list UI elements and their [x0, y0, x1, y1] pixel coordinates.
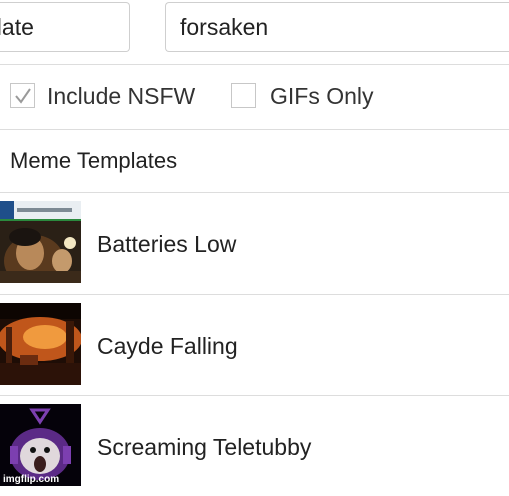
- include-nsfw-label[interactable]: Include NSFW: [47, 83, 195, 109]
- gifs-only-label[interactable]: GIFs Only: [270, 83, 374, 109]
- template-thumbnail: [0, 201, 81, 283]
- template-name[interactable]: Cayde Falling: [97, 332, 238, 360]
- template-name[interactable]: Screaming Teletubby: [97, 433, 311, 461]
- gifs-only-checkbox[interactable]: [231, 83, 256, 108]
- caption-search-input[interactable]: forsaken: [165, 2, 509, 52]
- divider: [0, 129, 509, 130]
- template-thumbnail: imgflip.com: [0, 404, 81, 486]
- filter-options: Include NSFW GIFs Only: [0, 66, 509, 128]
- search-bar: plate forsaken: [0, 0, 509, 64]
- template-item-batteries-low[interactable]: Batteries Low: [0, 193, 509, 293]
- divider: [0, 64, 509, 65]
- imgflip-watermark: imgflip.com: [3, 474, 60, 485]
- include-nsfw-checkbox[interactable]: [10, 83, 35, 108]
- template-name[interactable]: Batteries Low: [97, 230, 236, 258]
- check-icon: [15, 88, 31, 104]
- template-item-cayde-falling[interactable]: Cayde Falling: [0, 295, 509, 395]
- template-item-screaming-teletubby[interactable]: imgflip.com Screaming Teletubby: [0, 396, 509, 496]
- template-thumbnail: [0, 303, 81, 385]
- section-title: Meme Templates: [10, 148, 178, 173]
- template-search-input[interactable]: plate: [0, 2, 130, 52]
